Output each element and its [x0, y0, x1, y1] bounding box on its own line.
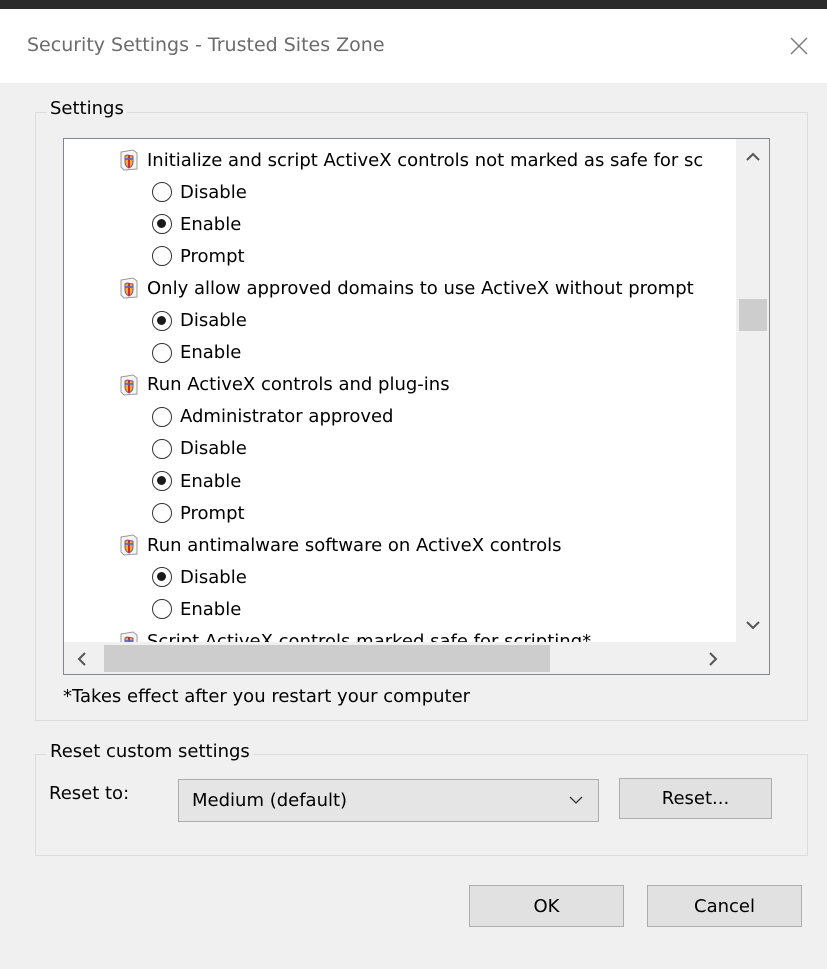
ok-button[interactable]: OK: [469, 885, 624, 927]
setting-option[interactable]: Administrator approved: [152, 401, 393, 433]
chevron-left-icon: [77, 651, 86, 666]
vertical-scroll-thumb[interactable]: [739, 299, 767, 331]
setting-option-label: Prompt: [180, 502, 245, 524]
security-shield-icon: [120, 630, 138, 642]
radio-button[interactable]: [152, 342, 172, 363]
scroll-up-button[interactable]: [736, 139, 769, 173]
scroll-right-button[interactable]: [696, 642, 730, 674]
settings-group-legend: Settings: [47, 98, 127, 119]
chevron-up-icon: [746, 152, 760, 161]
window-top-edge: [0, 0, 827, 9]
setting-category: Script ActiveX controls marked safe for …: [119, 626, 592, 642]
setting-option-label: Enable: [180, 470, 242, 492]
security-shield-icon: [120, 149, 138, 171]
security-shield-icon: [120, 374, 138, 396]
scroll-down-button[interactable]: [736, 608, 769, 642]
setting-category: Run antimalware software on ActiveX cont…: [119, 529, 562, 561]
radio-button[interactable]: [152, 246, 172, 267]
setting-option[interactable]: Prompt: [152, 497, 245, 529]
reset-to-label: Reset to:: [49, 783, 130, 804]
setting-category-label: Script ActiveX controls marked safe for …: [147, 631, 592, 642]
radio-button-checked[interactable]: [152, 567, 172, 588]
setting-category: Only allow approved domains to use Activ…: [119, 272, 694, 304]
setting-option-label: Enable: [180, 598, 242, 620]
radio-button-checked[interactable]: [152, 310, 172, 331]
setting-option-label: Disable: [180, 438, 247, 460]
vertical-scrollbar[interactable]: [736, 139, 769, 642]
setting-category-label: Initialize and script ActiveX controls n…: [147, 149, 704, 171]
security-shield-icon: [120, 277, 138, 299]
setting-option[interactable]: Disable: [152, 305, 247, 337]
setting-option[interactable]: Enable: [152, 337, 241, 369]
setting-category-label: Run ActiveX controls and plug-ins: [147, 374, 450, 396]
setting-category: Initialize and script ActiveX controls n…: [119, 144, 703, 176]
setting-option[interactable]: Disable: [152, 176, 247, 208]
setting-category: Run ActiveX controls and plug-ins: [119, 369, 450, 401]
horizontal-scrollbar[interactable]: [64, 642, 736, 674]
title-bar[interactable]: Security Settings - Trusted Sites Zone: [0, 9, 827, 83]
scrollbar-corner: [736, 642, 769, 674]
cancel-button[interactable]: Cancel: [647, 885, 802, 927]
chevron-right-icon: [708, 651, 717, 666]
radio-button-checked[interactable]: [152, 214, 172, 235]
restart-note: *Takes effect after you restart your com…: [63, 686, 471, 707]
reset-level-select[interactable]: Medium (default): [178, 779, 599, 822]
radio-button[interactable]: [152, 438, 172, 459]
setting-category-label: Run antimalware software on ActiveX cont…: [147, 534, 562, 556]
radio-button[interactable]: [152, 406, 172, 427]
chevron-down-icon: [746, 620, 760, 629]
setting-option-label: Disable: [180, 310, 247, 331]
setting-option-label: Administrator approved: [180, 406, 394, 428]
radio-button[interactable]: [152, 599, 172, 620]
settings-tree[interactable]: Initialize and script ActiveX controls n…: [63, 138, 770, 675]
radio-button[interactable]: [152, 503, 172, 524]
setting-option[interactable]: Enable: [152, 465, 241, 497]
setting-option[interactable]: Enable: [152, 593, 241, 625]
setting-option[interactable]: Enable: [152, 208, 241, 240]
setting-option[interactable]: Disable: [152, 433, 247, 465]
scroll-left-button[interactable]: [64, 642, 98, 674]
security-shield-icon: [120, 534, 138, 556]
setting-option-label: Enable: [180, 213, 242, 235]
horizontal-scroll-thumb[interactable]: [104, 645, 550, 672]
setting-option-label: Disable: [180, 566, 247, 588]
setting-option[interactable]: Disable: [152, 561, 247, 593]
close-button[interactable]: [770, 21, 827, 71]
setting-option[interactable]: Prompt: [152, 240, 245, 272]
radio-button-checked[interactable]: [152, 471, 172, 491]
reset-button[interactable]: Reset...: [619, 778, 772, 819]
reset-level-value: Medium (default): [192, 790, 348, 811]
setting-category-label: Only allow approved domains to use Activ…: [147, 277, 694, 299]
setting-option-label: Disable: [180, 181, 247, 203]
radio-button[interactable]: [152, 182, 172, 203]
settings-tree-content: Initialize and script ActiveX controls n…: [64, 139, 736, 642]
setting-option-label: Prompt: [180, 245, 245, 267]
window-title: Security Settings - Trusted Sites Zone: [27, 34, 385, 56]
close-icon: [790, 37, 807, 55]
chevron-down-icon: [569, 796, 583, 804]
setting-option-label: Enable: [180, 342, 242, 364]
reset-group-legend: Reset custom settings: [47, 741, 253, 762]
